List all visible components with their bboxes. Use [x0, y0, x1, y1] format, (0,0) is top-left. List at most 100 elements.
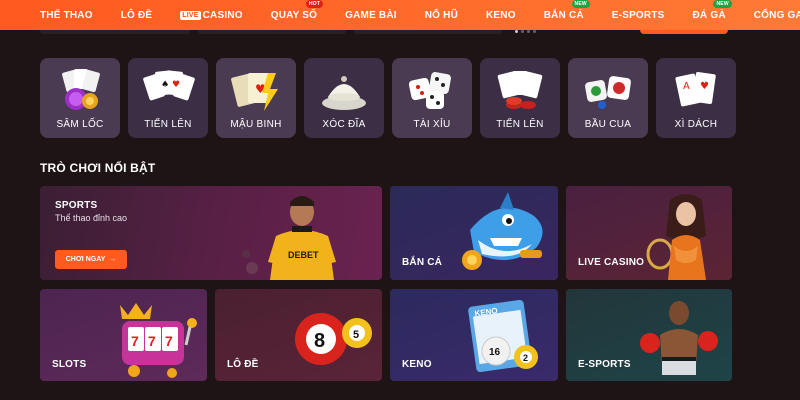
nav-label: CASINO — [202, 9, 243, 21]
play-now-button[interactable]: CHƠI NGAY → — [55, 250, 127, 269]
casino-dealer-illustration — [646, 194, 706, 280]
svg-text:♠: ♠ — [161, 80, 169, 90]
sam-loc-chips-icon — [62, 69, 100, 110]
category-bau-cua[interactable]: BẦU CUA — [568, 58, 648, 138]
category-label: TÀI XỈU — [413, 119, 451, 130]
card-title: BẮN CÁ — [402, 257, 443, 268]
nav-item-e-sports[interactable]: E-SPORTS — [612, 0, 665, 30]
lottery-balls-illustration: 8 5 — [295, 313, 372, 365]
nav-item-cong-games[interactable]: CỔNG GAMES — [754, 0, 800, 30]
arrow-right-icon: → — [109, 256, 117, 263]
nav-item-quay-so[interactable]: QUAY SỐ HOT — [270, 0, 324, 30]
svg-text:7: 7 — [131, 333, 139, 349]
svg-text:♥: ♥ — [700, 81, 709, 92]
svg-text:7: 7 — [165, 333, 173, 349]
nav-item-ban-ca[interactable]: BẮN CÁ NEW — [543, 0, 590, 30]
banner-edge-3 — [354, 30, 502, 34]
nav-item-game-bai[interactable]: GAME BÀI — [345, 0, 397, 30]
featured-card-keno[interactable]: KENO 16 2 KENO — [390, 289, 558, 381]
category-tai-xiu[interactable]: TÀI XỈU — [392, 58, 472, 138]
button-label: CHƠI NGAY — [65, 256, 106, 263]
new-badge: NEW — [713, 0, 732, 8]
nav-label: CỔNG GAMES — [753, 9, 800, 21]
category-xoc-dia[interactable]: XÓC ĐĨA — [304, 58, 384, 138]
nav-label: THỂ THAO — [40, 9, 93, 21]
nav-label: KENO — [486, 9, 516, 21]
game-category-row: SÂM LỐC ♠ ♥ TIẾN LÊN ♥ MẬU BINH XÓC ĐĨA … — [40, 58, 736, 138]
live-chip: LIVE — [180, 10, 201, 20]
card-title: LIVE CASINO — [578, 257, 645, 268]
svg-text:A: A — [683, 81, 690, 92]
dice-icon — [408, 72, 451, 109]
cards-and-chips-icon — [497, 71, 543, 109]
ball-number: 8 — [314, 330, 325, 352]
featured-card-esports[interactable]: E-SPORTS — [566, 289, 732, 381]
playing-cards-icon: ♠ ♥ — [143, 70, 195, 101]
featured-card-lo-de[interactable]: 8 5 LÔ ĐỀ — [215, 289, 382, 381]
category-label: SÂM LỐC — [56, 119, 104, 130]
nav-label: NỔ HŨ — [424, 9, 458, 21]
bau-cua-dice-icon — [585, 76, 631, 109]
carousel-dot[interactable] — [533, 30, 536, 33]
carousel-dot[interactable] — [521, 30, 524, 33]
nav-label: QUAY SỐ — [270, 9, 318, 21]
nav-label: LÔ ĐỀ — [120, 9, 153, 21]
new-badge: NEW — [571, 0, 590, 8]
banner-edge-1 — [40, 30, 190, 34]
nav-label: GAME BÀI — [345, 9, 397, 21]
card-title: SLOTS — [52, 359, 87, 370]
category-sam-loc[interactable]: SÂM LỐC — [40, 58, 120, 138]
section-title: TRÒ CHƠI NỔI BẬT — [40, 161, 156, 175]
category-label: XÓC ĐĨA — [322, 119, 366, 130]
ball-number: 5 — [353, 329, 359, 341]
banner-edge-2 — [198, 30, 346, 34]
jersey-text: DEBET — [288, 250, 319, 260]
nav-item-casino[interactable]: LIVE CASINO — [180, 0, 243, 30]
blackjack-cards-icon: A ♥ — [675, 72, 716, 107]
carousel-dots[interactable] — [515, 30, 536, 33]
nav-label: BẮN CÁ — [543, 9, 584, 21]
mau-binh-cards-icon: ♥ — [231, 73, 278, 111]
carousel-dot[interactable] — [527, 30, 530, 33]
carousel-dot[interactable] — [515, 30, 518, 33]
shark-illustration — [462, 192, 543, 270]
featured-card-slots[interactable]: 7 7 7 SLOTS — [40, 289, 207, 381]
banner-edge — [0, 30, 800, 38]
category-label: XÌ DÁCH — [674, 119, 718, 130]
xoc-dia-bowl-icon — [322, 76, 366, 110]
category-tien-len[interactable]: ♠ ♥ TIẾN LÊN — [128, 58, 208, 138]
featured-card-live-casino[interactable]: LIVE CASINO — [566, 186, 732, 280]
card-title: LÔ ĐỀ — [227, 359, 259, 370]
card-title: SPORTS — [55, 200, 98, 211]
nav-item-da-ga[interactable]: ĐÁ GÀ NEW — [692, 0, 732, 30]
nav-item-keno[interactable]: KENO — [486, 0, 516, 30]
ball-number: 2 — [523, 353, 528, 363]
category-mau-binh[interactable]: ♥ MẬU BINH — [216, 58, 296, 138]
card-subtitle: Thể thao đỉnh cao — [55, 213, 128, 223]
slot-machine-illustration: 7 7 7 — [120, 303, 197, 378]
hot-badge: HOT — [306, 0, 324, 8]
category-label: BẦU CUA — [584, 119, 632, 130]
football-player-illustration: DEBET — [242, 196, 336, 280]
svg-text:7: 7 — [148, 333, 156, 349]
card-title: E-SPORTS — [578, 359, 631, 370]
svg-text:♥: ♥ — [172, 80, 180, 90]
card-title: KENO — [402, 359, 432, 370]
category-label: TIẾN LÊN — [144, 119, 192, 130]
nav-item-lo-de[interactable]: LÔ ĐỀ — [121, 0, 153, 30]
nav-item-no-hu[interactable]: NỔ HŨ — [425, 0, 458, 30]
game-lobby-page: THỂ THAO LÔ ĐỀ LIVE CASINO QUAY SỐ HOT GAM… — [0, 0, 800, 400]
featured-card-ban-ca[interactable]: BẮN CÁ — [390, 186, 558, 280]
nav-label: ĐÁ GÀ — [692, 9, 726, 21]
nav-item-the-thao[interactable]: THỂ THAO — [40, 0, 93, 30]
category-tien-len-2[interactable]: TIẾN LÊN — [480, 58, 560, 138]
top-nav: THỂ THAO LÔ ĐỀ LIVE CASINO QUAY SỐ HOT GAM… — [0, 0, 800, 30]
category-xi-dach[interactable]: A ♥ XÌ DÁCH — [656, 58, 736, 138]
ball-number: 16 — [489, 347, 501, 358]
banner-button-edge[interactable] — [640, 30, 728, 34]
keno-ticket-illustration: KENO 16 2 — [468, 299, 538, 373]
category-label: TIẾN LÊN — [496, 119, 544, 130]
nav-label: E-SPORTS — [611, 9, 665, 21]
boxer-illustration — [640, 301, 718, 375]
featured-card-sports[interactable]: SPORTS Thể thao đỉnh cao DEBET CHƠI NGAY… — [40, 186, 382, 280]
